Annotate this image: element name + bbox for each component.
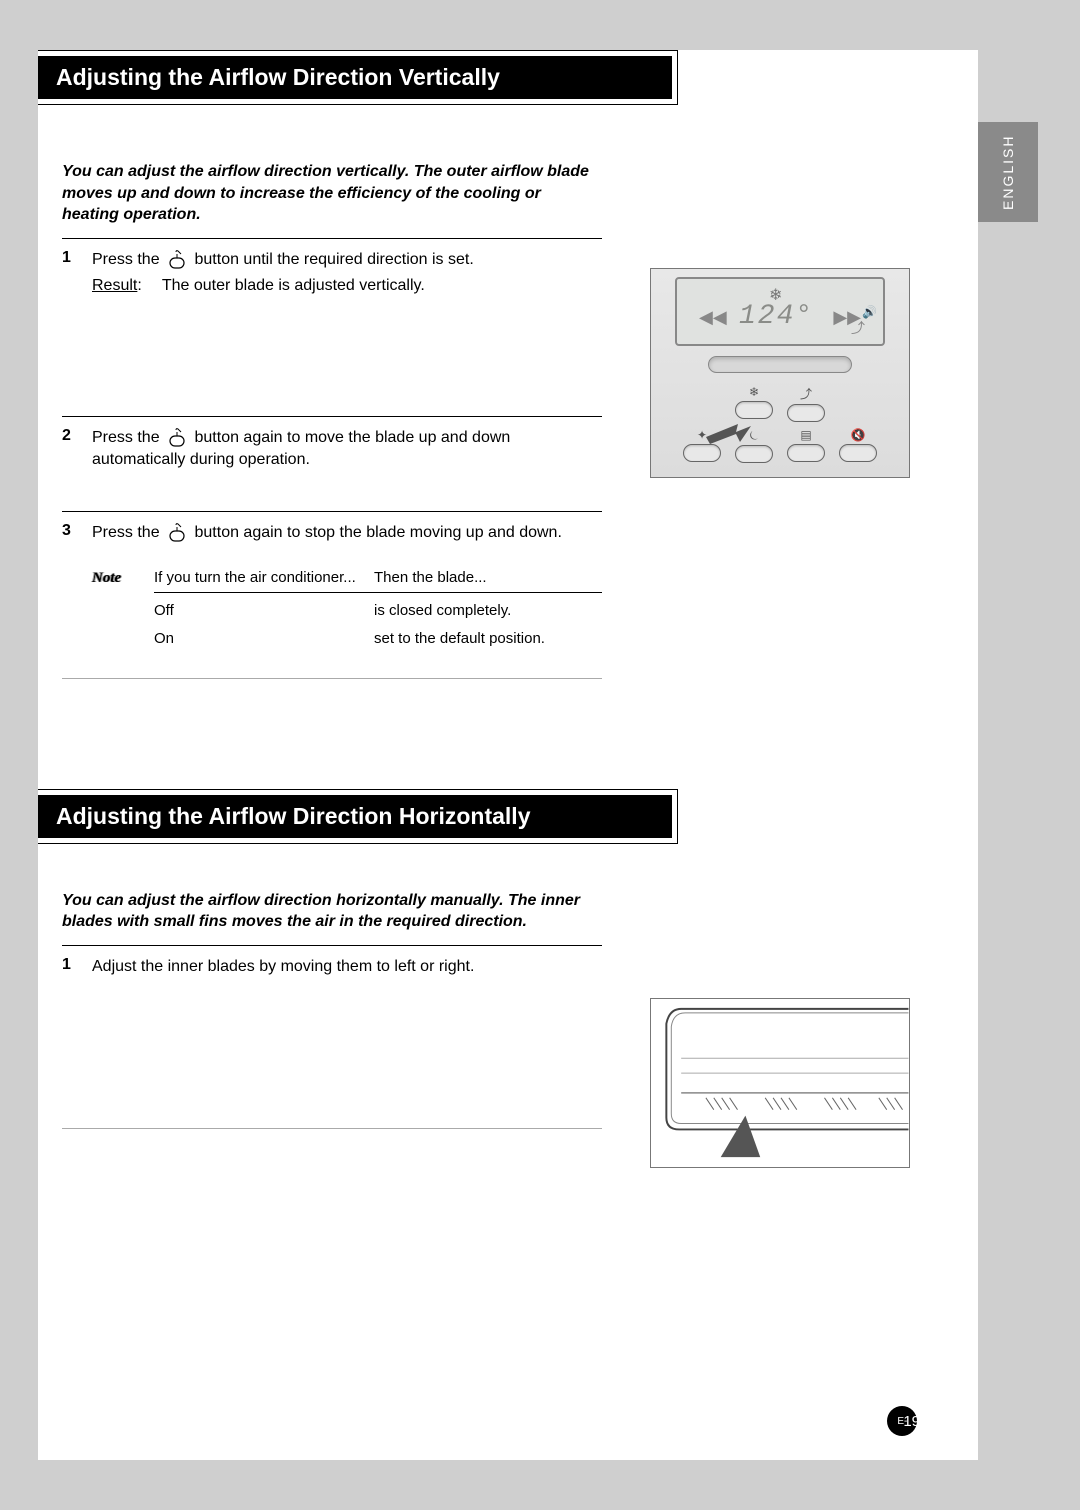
step-number: 3 [62, 522, 78, 650]
divider [62, 238, 602, 239]
note-head-b: Then the blade... [374, 568, 487, 588]
step-body: Press the button again to move the blade… [92, 427, 602, 471]
lcd-screen: ❄ ◀◀ 124° ▶▶ 🔊 ⤴ [675, 277, 885, 346]
divider [62, 678, 602, 679]
section2-title: Adjusting the Airflow Direction Horizont… [38, 795, 672, 838]
arrow-left-icon: ◀◀ [699, 307, 727, 328]
result-text: The outer blade is adjusted vertically. [162, 275, 425, 297]
divider [62, 945, 602, 946]
note-table: If you turn the air conditioner... Then … [154, 568, 602, 650]
result-colon: : [137, 277, 141, 294]
section1-title: Adjusting the Airflow Direction Vertical… [38, 56, 672, 99]
step-1: 1 Press the button until the required di… [62, 249, 602, 297]
step-number: 1 [62, 249, 78, 297]
step3-text-a: Press the [92, 524, 160, 541]
step-1-h: 1 Adjust the inner blades by moving them… [62, 956, 602, 978]
timer-button [787, 444, 825, 462]
note-row1-a: Off [154, 601, 374, 621]
step2-text-a: Press the [92, 430, 160, 447]
note-row2-a: On [154, 629, 374, 649]
swing-icon: ⤴ [851, 318, 865, 338]
page-number: E- 19 [887, 1406, 920, 1436]
note-block: Note If you turn the air conditioner... … [92, 568, 602, 650]
divider [62, 1128, 602, 1129]
note-row1-b: is closed completely. [374, 601, 511, 621]
step-3: 3 Press the button again to stop the bla… [62, 522, 602, 650]
pointer-arrow-icon [696, 402, 756, 467]
result-line: Result: The outer blade is adjusted vert… [92, 275, 602, 297]
step-body: Adjust the inner blades by moving them t… [92, 956, 602, 978]
airflow-button-icon [166, 522, 188, 544]
remote-illustration: ❄ ◀◀ 124° ▶▶ 🔊 ⤴ ❄ ⤴ ✦ ⏾ ▤ 🔇 [650, 268, 910, 478]
section2-intro: You can adjust the airflow direction hor… [62, 890, 602, 933]
result-label: Result [92, 277, 137, 294]
swing-icon: ⤴ [800, 385, 812, 402]
note-head-a: If you turn the air conditioner... [154, 568, 374, 588]
unit-illustration [650, 998, 910, 1168]
step-body: Press the button until the required dire… [92, 249, 602, 297]
section1-title-box: Adjusting the Airflow Direction Vertical… [38, 50, 678, 105]
temperature-display: 124° [739, 301, 814, 332]
step1h-text: Adjust the inner blades by moving them t… [92, 958, 474, 975]
step-number: 2 [62, 427, 78, 471]
manual-page: ENGLISH Adjusting the Airflow Direction … [38, 50, 978, 1460]
section2-content: You can adjust the airflow direction hor… [62, 890, 602, 1129]
divider [62, 416, 602, 417]
step3-text-b: button again to stop the blade moving up… [195, 524, 562, 541]
airflow-button-icon [166, 427, 188, 449]
section2-title-box: Adjusting the Airflow Direction Horizont… [38, 789, 678, 844]
note-row2: On set to the default position. [154, 621, 602, 649]
step-number: 1 [62, 956, 78, 978]
step-2: 2 Press the button again to move the bla… [62, 427, 602, 471]
note-row1: Off is closed completely. [154, 593, 602, 621]
note-label: Note [92, 568, 140, 650]
step1-text-a: Press the [92, 251, 160, 268]
divider [62, 511, 602, 512]
section1-intro: You can adjust the airflow direction ver… [62, 161, 602, 226]
swing-button [787, 404, 825, 422]
airflow-button-icon [166, 249, 188, 271]
step-body: Press the button again to stop the blade… [92, 522, 602, 650]
language-tab: ENGLISH [978, 122, 1038, 222]
timer-icon: ▤ [800, 428, 811, 442]
page-number-value: 19 [903, 1413, 920, 1430]
note-row2-b: set to the default position. [374, 629, 545, 649]
quiet-button [839, 444, 877, 462]
snow-icon: ❄ [749, 385, 759, 399]
section1-content: You can adjust the airflow direction ver… [62, 161, 602, 679]
note-table-head: If you turn the air conditioner... Then … [154, 568, 602, 593]
quiet-icon: 🔇 [851, 428, 866, 442]
dial-control [708, 356, 852, 373]
step1-text-b: button until the required direction is s… [195, 251, 474, 268]
